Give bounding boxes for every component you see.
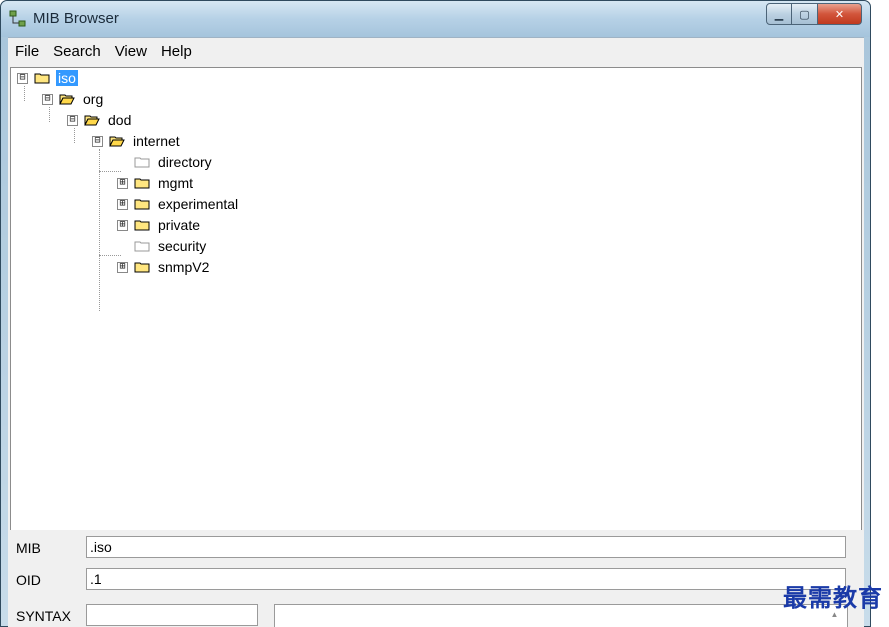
mib-browser-window: MIB Browser ▁ ▢ ✕ File Search View Help — [0, 0, 871, 627]
tree-node-private[interactable]: ⊞ private — [117, 215, 202, 235]
expand-toggle-icon[interactable]: ⊞ — [117, 198, 128, 210]
details-panel: MIB OID SYNTAX ▲ — [8, 530, 864, 627]
menu-help[interactable]: Help — [154, 39, 199, 65]
collapse-toggle-icon[interactable]: ⊟ — [17, 72, 28, 84]
mib-tree-view[interactable]: ⊟ iso ⊟ org ⊟ dod ⊟ internet directory ⊞… — [10, 67, 862, 554]
maximize-button[interactable]: ▢ — [792, 3, 818, 25]
caption-buttons: ▁ ▢ ✕ — [766, 3, 862, 25]
close-button[interactable]: ✕ — [818, 3, 862, 25]
folder-icon — [134, 178, 150, 189]
mib-label: MIB — [16, 540, 41, 556]
tree-node-snmpv2[interactable]: ⊞ snmpV2 — [117, 257, 211, 277]
maximize-icon: ▢ — [799, 7, 810, 21]
close-icon: ✕ — [834, 7, 845, 21]
expand-toggle-icon[interactable]: ⊞ — [117, 219, 128, 231]
mib-field[interactable] — [86, 536, 846, 558]
syntax-field[interactable] — [86, 604, 258, 626]
tree-node-iso[interactable]: ⊟ iso — [17, 68, 78, 88]
tree-node-experimental[interactable]: ⊞ experimental — [117, 194, 240, 214]
tree-connector — [74, 128, 75, 143]
window-title: MIB Browser — [33, 10, 119, 27]
tree-node-security[interactable]: security — [117, 236, 208, 256]
tree-node-label: iso — [56, 70, 78, 86]
tree-node-internet[interactable]: ⊟ internet — [92, 131, 182, 151]
client-area: File Search View Help ⊟ iso ⊟ org ⊟ dod … — [8, 37, 864, 627]
tree-connector — [24, 86, 25, 101]
folder-icon — [34, 73, 50, 84]
menu-search[interactable]: Search — [46, 39, 108, 65]
tree-node-label: mgmt — [158, 175, 193, 191]
description-textarea[interactable]: ▲ — [274, 604, 848, 627]
syntax-label: SYNTAX — [16, 608, 71, 624]
title-bar[interactable]: MIB Browser ▁ ▢ ✕ — [1, 1, 870, 37]
tree-connector — [99, 149, 100, 311]
tree-node-label: internet — [133, 133, 180, 149]
collapse-toggle-icon[interactable]: ⊟ — [92, 135, 103, 147]
menu-file[interactable]: File — [8, 39, 46, 65]
open-folder-icon — [84, 115, 100, 126]
folder-icon — [134, 199, 150, 210]
menu-bar: File Search View Help — [8, 39, 864, 65]
tree-node-label: dod — [108, 112, 132, 128]
tree-node-label: experimental — [158, 196, 239, 212]
tree-node-label: security — [158, 238, 207, 254]
tree-node-label: private — [158, 217, 201, 233]
expand-toggle-icon[interactable]: ⊞ — [117, 177, 128, 189]
minimize-button[interactable]: ▁ — [766, 3, 792, 25]
minimize-icon: ▁ — [774, 7, 784, 21]
empty-folder-icon — [134, 157, 150, 168]
tree-connector — [49, 107, 50, 122]
oid-label: OID — [16, 572, 41, 588]
open-folder-icon — [109, 136, 125, 147]
folder-icon — [134, 220, 150, 231]
tree-node-label: org — [83, 91, 104, 107]
network-app-icon — [9, 10, 27, 28]
expand-toggle-icon[interactable]: ⊞ — [117, 261, 128, 273]
tree-node-mgmt[interactable]: ⊞ mgmt — [117, 173, 195, 193]
tree-node-label: directory — [158, 154, 212, 170]
tree-node-org[interactable]: ⊟ org — [42, 89, 105, 109]
menu-view[interactable]: View — [108, 39, 154, 65]
collapse-toggle-icon[interactable]: ⊟ — [67, 114, 78, 126]
watermark-logo: 最需教育 — [783, 583, 883, 612]
folder-icon — [134, 262, 150, 273]
page-margin — [871, 0, 889, 627]
tree-node-directory[interactable]: directory — [117, 152, 214, 172]
tree-node-label: snmpV2 — [158, 259, 210, 275]
oid-field[interactable] — [86, 568, 846, 590]
collapse-toggle-icon[interactable]: ⊟ — [42, 93, 53, 105]
empty-folder-icon — [134, 241, 150, 252]
tree-node-dod[interactable]: ⊟ dod — [67, 110, 133, 130]
open-folder-icon — [59, 94, 75, 105]
